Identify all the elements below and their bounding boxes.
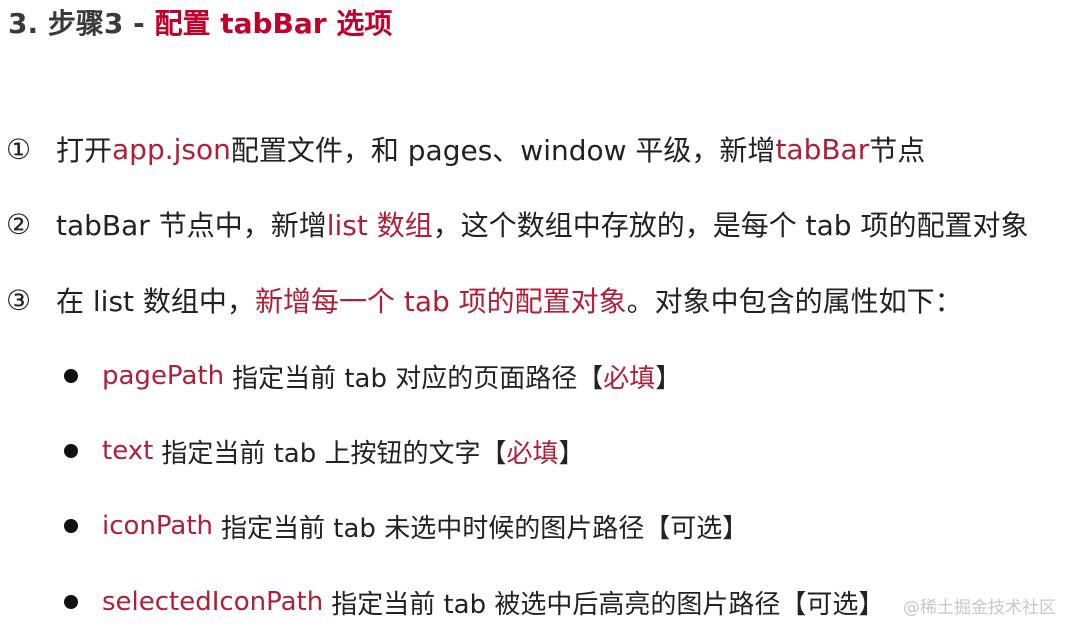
property-pagepath: pagePath 指定当前 tab 对应的页面路径 【必填】 bbox=[64, 354, 681, 398]
property-key: pagePath bbox=[102, 361, 225, 391]
property-desc: 指定当前 tab 未选中时候的图片路径 bbox=[221, 513, 645, 544]
property-iconpath: iconPath 指定当前 tab 未选中时候的图片路径 【可选】 bbox=[64, 504, 748, 548]
title-prefix: 3. 步骤3 - bbox=[8, 7, 155, 40]
step-text: 节点 bbox=[869, 134, 926, 167]
bracket-close: 】 bbox=[655, 363, 682, 394]
bullet-dot-icon bbox=[64, 519, 78, 533]
step-number: ② bbox=[6, 207, 32, 241]
property-desc: 指定当前 tab 被选中后高亮的图片路径 bbox=[331, 589, 781, 620]
bullet-dot-icon bbox=[64, 444, 78, 458]
bracket-close: 】 bbox=[558, 438, 585, 469]
step-text: ，这个数组中存放的，是每个 tab 项的配置对象 bbox=[432, 209, 1029, 242]
bracket-close: 】 bbox=[858, 589, 885, 620]
step-number: ③ bbox=[6, 283, 32, 317]
property-status: 可选 bbox=[806, 589, 859, 620]
bracket-open: 【 bbox=[480, 438, 507, 469]
step-highlight: list 数组 bbox=[326, 209, 433, 242]
step-3: ③ 在 list 数组中， 新增每一个 tab 项的配置对象 。对象中包含的属性… bbox=[6, 278, 963, 322]
bracket-open: 【 bbox=[577, 363, 604, 394]
bracket-open: 【 bbox=[780, 589, 807, 620]
step-highlight: app.json bbox=[112, 132, 231, 166]
bracket-open: 【 bbox=[644, 513, 671, 544]
property-key: text bbox=[102, 436, 154, 466]
step-text: 配置文件，和 pages、window 平级，新增 bbox=[230, 134, 776, 167]
step-1: ① 打开 app.json 配置文件，和 pages、window 平级，新增 … bbox=[6, 127, 925, 171]
property-status: 必填 bbox=[603, 363, 656, 394]
step-highlight: 新增每一个 tab 项的配置对象 bbox=[254, 285, 627, 318]
step-text: tabBar 节点中，新增 bbox=[56, 209, 327, 242]
property-key: selectedIconPath bbox=[102, 587, 324, 617]
property-key: iconPath bbox=[102, 511, 214, 541]
property-desc: 指定当前 tab 对应的页面路径 bbox=[232, 363, 578, 394]
property-text: text 指定当前 tab 上按钮的文字 【必填】 bbox=[64, 429, 585, 473]
step-2: ② tabBar 节点中，新增 list 数组 ，这个数组中存放的，是每个 ta… bbox=[6, 202, 1028, 246]
step-text: 打开 bbox=[56, 134, 113, 167]
step-text: 在 list 数组中， bbox=[56, 285, 255, 318]
property-status: 可选 bbox=[670, 513, 723, 544]
property-status: 必填 bbox=[506, 438, 559, 469]
watermark: @稀土掘金技术社区 bbox=[903, 598, 1056, 618]
bullet-dot-icon bbox=[64, 595, 78, 609]
property-selectediconpath: selectedIconPath 指定当前 tab 被选中后高亮的图片路径 【可… bbox=[64, 580, 884, 624]
step-highlight: tabBar bbox=[775, 132, 870, 166]
bracket-close: 】 bbox=[722, 513, 749, 544]
title-highlight: 配置 tabBar 选项 bbox=[154, 7, 393, 40]
step-number: ① bbox=[6, 132, 32, 166]
property-desc: 指定当前 tab 上按钮的文字 bbox=[161, 438, 481, 469]
bullet-dot-icon bbox=[64, 369, 78, 383]
page-title: 3. 步骤3 - 配置 tabBar 选项 bbox=[8, 4, 392, 44]
step-text: 。对象中包含的属性如下： bbox=[626, 285, 963, 318]
